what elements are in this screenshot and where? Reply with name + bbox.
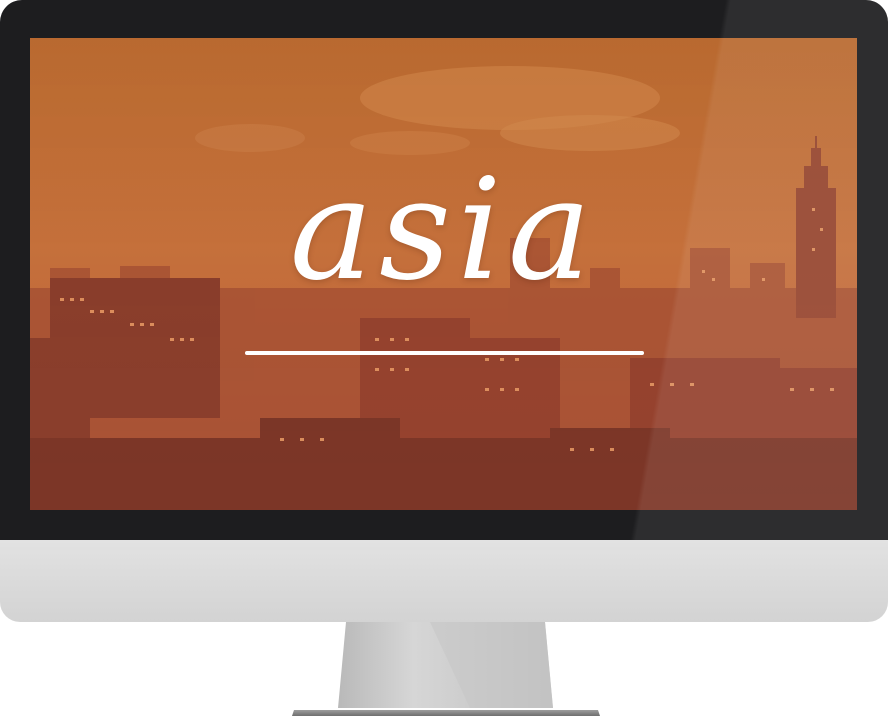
monitor-bezel: asia <box>0 0 888 540</box>
monitor-screen: asia <box>30 38 857 510</box>
monitor-chin <box>0 540 888 622</box>
monitor-stand <box>292 622 600 716</box>
monitor-mockup: asia <box>0 0 888 718</box>
headline-text: asia <box>289 149 598 312</box>
headline-underline <box>245 351 644 355</box>
